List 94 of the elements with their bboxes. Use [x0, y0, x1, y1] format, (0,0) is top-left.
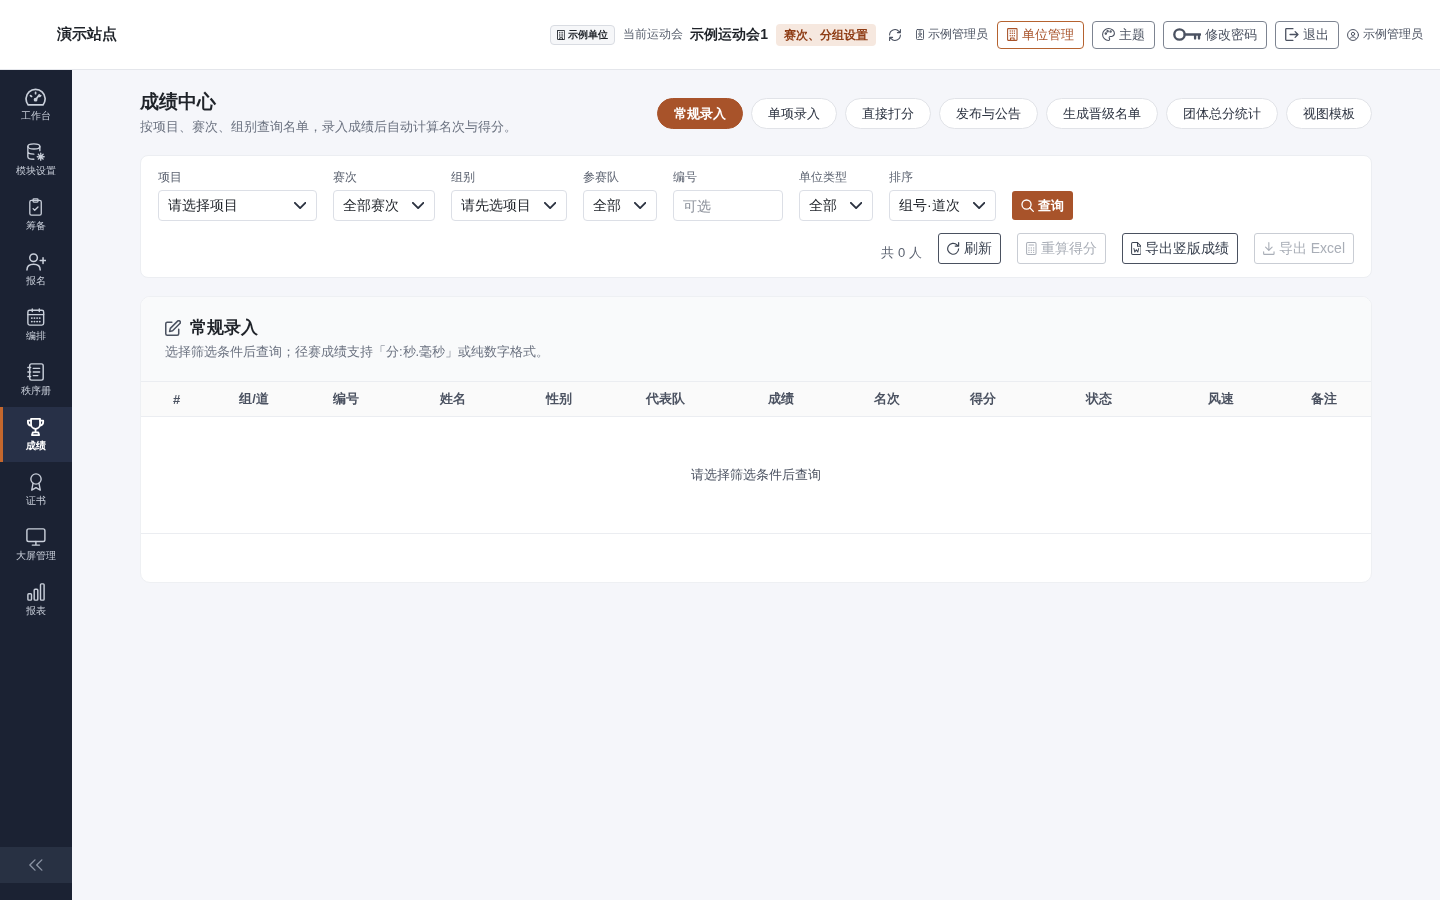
tab[interactable]: 单项录入	[751, 98, 837, 129]
edit-icon	[165, 320, 181, 336]
chevron-down-icon	[293, 202, 306, 209]
refresh-icon[interactable]	[889, 28, 902, 41]
building-icon	[557, 29, 566, 40]
award-icon	[30, 473, 42, 491]
column-header: 组/道	[239, 390, 269, 408]
bar-chart-icon	[27, 583, 45, 601]
field-label: 单位类型	[799, 169, 848, 185]
unit-management-button[interactable]: 单位管理	[997, 20, 1084, 49]
input-field[interactable]: 可选	[673, 190, 783, 221]
column-header: 风速	[1207, 390, 1234, 408]
page-subtitle: 按项目、赛次、组别查询名单，录入成绩后自动计算名次与得分。	[140, 118, 517, 136]
field-label: 编号	[673, 169, 698, 185]
sidebar-item[interactable]: 报表	[0, 572, 72, 627]
field-label: 赛次	[333, 169, 358, 185]
gauge-icon	[25, 88, 47, 106]
site-title: 演示站点	[57, 25, 117, 44]
building-icon	[1007, 28, 1018, 41]
logout-button[interactable]: 退出	[1275, 20, 1339, 49]
empty-state-text: 请选择筛选条件后查询	[691, 466, 821, 484]
double-chevron-left-icon	[29, 859, 43, 871]
column-header: 性别	[545, 390, 572, 408]
tab[interactable]: 直接打分	[845, 98, 931, 129]
page-title: 成绩中心	[140, 90, 217, 114]
card-title: 常规录入	[190, 318, 258, 338]
export-sheet-button[interactable]: 导出竖版成绩	[1121, 233, 1239, 264]
chevron-down-icon	[849, 202, 862, 209]
download-icon	[1263, 242, 1275, 255]
select-field[interactable]: 全部	[583, 190, 657, 221]
column-header: 得分	[969, 390, 996, 408]
column-header: 成绩	[768, 390, 795, 408]
select-field[interactable]: 请先选项目	[451, 190, 567, 221]
tab[interactable]: 发布与公告	[939, 98, 1038, 129]
meet-settings-link[interactable]: 赛次、分组设置	[776, 23, 877, 46]
sidebar-item[interactable]: 编排	[0, 297, 72, 352]
refresh-button[interactable]: 刷新	[937, 233, 1001, 264]
user-circle-icon	[1347, 28, 1359, 41]
column-header: #	[173, 391, 181, 407]
column-header: 名次	[873, 390, 900, 408]
user-plus-icon	[25, 253, 47, 271]
calendar-icon	[27, 308, 45, 326]
refresh-icon	[946, 242, 960, 255]
monitor-icon	[26, 528, 46, 546]
notebook-icon	[27, 363, 45, 381]
chevron-down-icon	[411, 202, 424, 209]
meet-label: 当前运动会	[623, 26, 684, 43]
column-header: 姓名	[439, 390, 466, 408]
card-subtitle: 选择筛选条件后查询；径赛成绩支持「分:秒.毫秒」或纯数字格式。	[165, 343, 551, 361]
tab[interactable]: 常规录入	[657, 98, 743, 129]
sidebar-item[interactable]: 证书	[0, 462, 72, 517]
search-button[interactable]: 查询	[1012, 191, 1073, 220]
sidebar-item[interactable]: 工作台	[0, 77, 72, 132]
select-field[interactable]: 组号·道次	[889, 190, 996, 221]
palette-icon	[1101, 28, 1115, 41]
key-icon	[1172, 28, 1202, 41]
logout-icon	[1285, 28, 1299, 41]
select-field[interactable]: 请选择项目	[158, 190, 317, 221]
chevron-down-icon	[543, 202, 556, 209]
select-field[interactable]: 全部	[799, 190, 873, 221]
role-label: 示例管理员	[928, 26, 989, 43]
tab[interactable]: 视图模板	[1286, 98, 1372, 129]
sidebar-item[interactable]: 大屏管理	[0, 517, 72, 572]
trophy-icon	[27, 418, 45, 436]
database-icon	[27, 143, 45, 161]
calculator-icon	[1025, 242, 1037, 255]
result-count: 共 0 人	[881, 243, 922, 262]
sidebar-item[interactable]: 筹备	[0, 187, 72, 242]
field-label: 组别	[451, 169, 476, 185]
change-password-button[interactable]: 修改密码	[1162, 20, 1268, 49]
tab[interactable]: 团体总分统计	[1166, 98, 1278, 129]
sidebar-item[interactable]: 模块设置	[0, 132, 72, 187]
column-header: 备注	[1311, 390, 1338, 408]
column-header: 代表队	[645, 390, 685, 408]
chevron-down-icon	[972, 202, 985, 209]
field-label: 项目	[158, 169, 183, 185]
clipboard-check-icon	[29, 198, 43, 216]
org-name: 示例单位	[568, 27, 609, 42]
sidebar-item[interactable]: 秩序册	[0, 352, 72, 407]
tab[interactable]: 生成晋级名单	[1046, 98, 1158, 129]
select-field[interactable]: 全部赛次	[333, 190, 435, 221]
user-menu-button[interactable]: 示例管理员	[1347, 26, 1423, 43]
theme-button[interactable]: 主题	[1091, 20, 1155, 49]
search-icon	[1021, 199, 1034, 212]
meet-name: 示例运动会1	[690, 25, 769, 44]
id-badge-icon	[916, 29, 925, 40]
document-icon	[1130, 242, 1142, 255]
field-label: 排序	[889, 169, 914, 185]
sidebar-item[interactable]: 报名	[0, 242, 72, 297]
column-header: 编号	[333, 390, 360, 408]
column-header: 状态	[1085, 390, 1112, 408]
sidebar-item[interactable]: 成绩	[0, 407, 72, 462]
chevron-down-icon	[633, 202, 646, 209]
field-label: 参赛队	[583, 169, 620, 185]
